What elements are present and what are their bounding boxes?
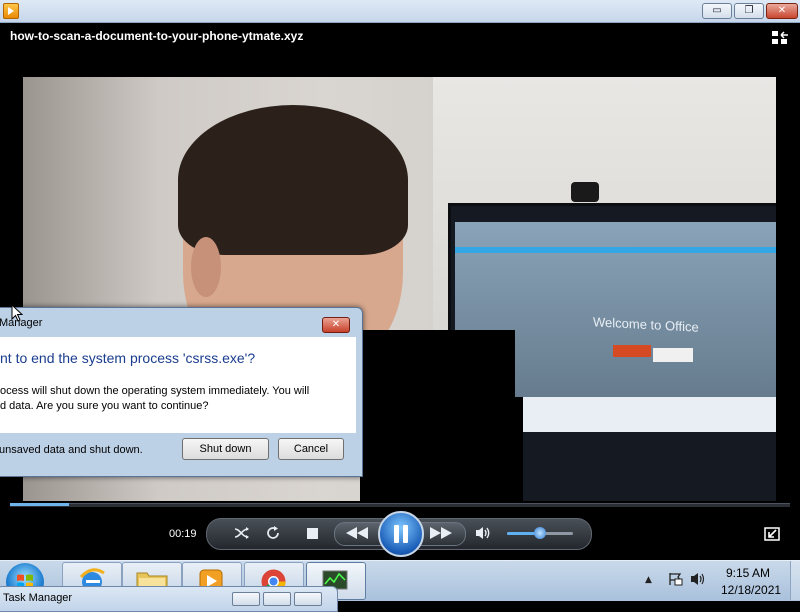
pause-button[interactable] — [378, 511, 424, 557]
media-player-app-icon[interactable] — [3, 3, 19, 19]
clock-date[interactable]: 12/18/2021 — [721, 583, 781, 597]
close-button[interactable]: ✕ — [766, 3, 798, 19]
dialog-body: nt to end the system process 'csrss.exe'… — [0, 337, 356, 433]
dialog-heading: nt to end the system process 'csrss.exe'… — [0, 350, 256, 366]
dialog-message: ocess will shut down the operating syste… — [0, 385, 310, 412]
pause-icon — [394, 525, 408, 543]
speaker-icon[interactable] — [690, 572, 706, 586]
task-manager-title: Task Manager — [3, 592, 73, 604]
switch-to-library-icon[interactable] — [764, 527, 780, 541]
end-process-dialog: Manager ✕ nt to end the system process '… — [0, 307, 363, 477]
webcam-in-video — [571, 182, 599, 202]
shut-down-button[interactable]: Shut down — [182, 438, 269, 460]
dialog-close-button[interactable]: ✕ — [322, 317, 350, 333]
action-center-icon[interactable] — [667, 572, 683, 586]
title-bar: ▭ ❐ ✕ — [0, 0, 800, 23]
next-icon — [430, 527, 452, 539]
clock-time[interactable]: 9:15 AM — [726, 566, 770, 580]
show-hidden-icons-button[interactable]: ▲ — [645, 575, 652, 585]
seek-bar[interactable] — [10, 503, 790, 507]
volume-slider-thumb[interactable] — [534, 527, 546, 539]
minimize-button[interactable]: ▭ — [702, 3, 732, 19]
task-manager-maximize-button[interactable] — [263, 592, 291, 606]
stop-icon[interactable] — [307, 528, 318, 539]
switch-layout-icon[interactable] — [771, 30, 789, 46]
dialog-footer-text: unsaved data and shut down. — [0, 444, 143, 456]
shuffle-icon[interactable] — [233, 525, 251, 541]
repeat-icon[interactable] — [265, 525, 281, 541]
now-playing-title: how-to-scan-a-document-to-your-phone-ytm… — [10, 29, 304, 43]
elapsed-time: 00:19 — [169, 528, 197, 540]
restore-button[interactable]: ❐ — [734, 3, 764, 19]
mouse-cursor-icon — [11, 304, 23, 322]
task-manager-window: Task Manager — [0, 586, 338, 612]
task-manager-minimize-button[interactable] — [232, 592, 260, 606]
volume-icon[interactable] — [475, 526, 492, 540]
task-manager-close-button[interactable] — [294, 592, 322, 606]
seek-bar-progress — [10, 503, 69, 506]
show-desktop-button[interactable] — [790, 561, 800, 600]
previous-icon — [346, 527, 368, 539]
cancel-button[interactable]: Cancel — [278, 438, 344, 460]
